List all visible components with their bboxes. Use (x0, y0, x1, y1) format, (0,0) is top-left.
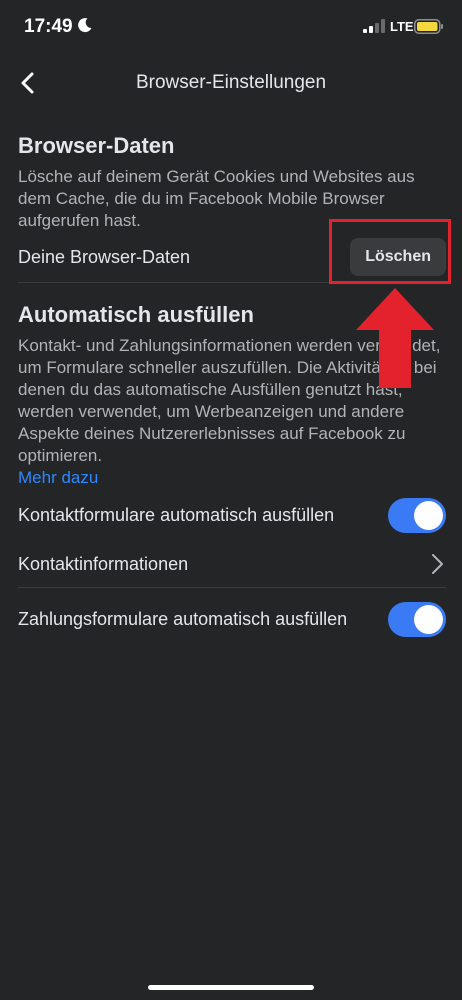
annotation-highlight-box (329, 219, 451, 284)
contact-info-label: Kontaktinformationen (18, 553, 189, 574)
learn-more-link[interactable]: Mehr dazu (18, 467, 446, 489)
contact-forms-row[interactable]: Kontaktformulare automatisch ausfüllen (18, 489, 446, 541)
annotation-arrow-up-icon (356, 288, 434, 388)
status-time: 17:49 (24, 16, 73, 37)
contact-info-row[interactable]: Kontaktinformationen (18, 541, 446, 587)
page-title: Browser-Einstellungen (135, 72, 327, 93)
moon-icon (78, 18, 92, 33)
toggle-knob (414, 604, 443, 634)
contact-forms-label: Kontaktformulare automatisch ausfüllen (18, 504, 335, 525)
chevron-right-icon (432, 554, 443, 574)
home-indicator (148, 985, 314, 990)
battery-icon (414, 19, 443, 34)
nav-header: Browser-Einstellungen (0, 56, 462, 112)
payment-forms-label: Zahlungsformulare automatisch ausfüllen (18, 608, 348, 629)
browser-data-title: Browser-Daten (18, 133, 175, 158)
browser-data-row-label: Deine Browser-Daten (18, 246, 191, 267)
contact-forms-toggle[interactable] (388, 497, 446, 533)
signal-icon (363, 19, 385, 33)
toggle-knob (414, 500, 443, 530)
payment-forms-row[interactable]: Zahlungsformulare automatisch ausfüllen (18, 588, 446, 650)
network-type: LTE (390, 19, 414, 34)
payment-forms-toggle[interactable] (388, 601, 446, 637)
status-bar: 17:49 LTE (0, 0, 462, 56)
